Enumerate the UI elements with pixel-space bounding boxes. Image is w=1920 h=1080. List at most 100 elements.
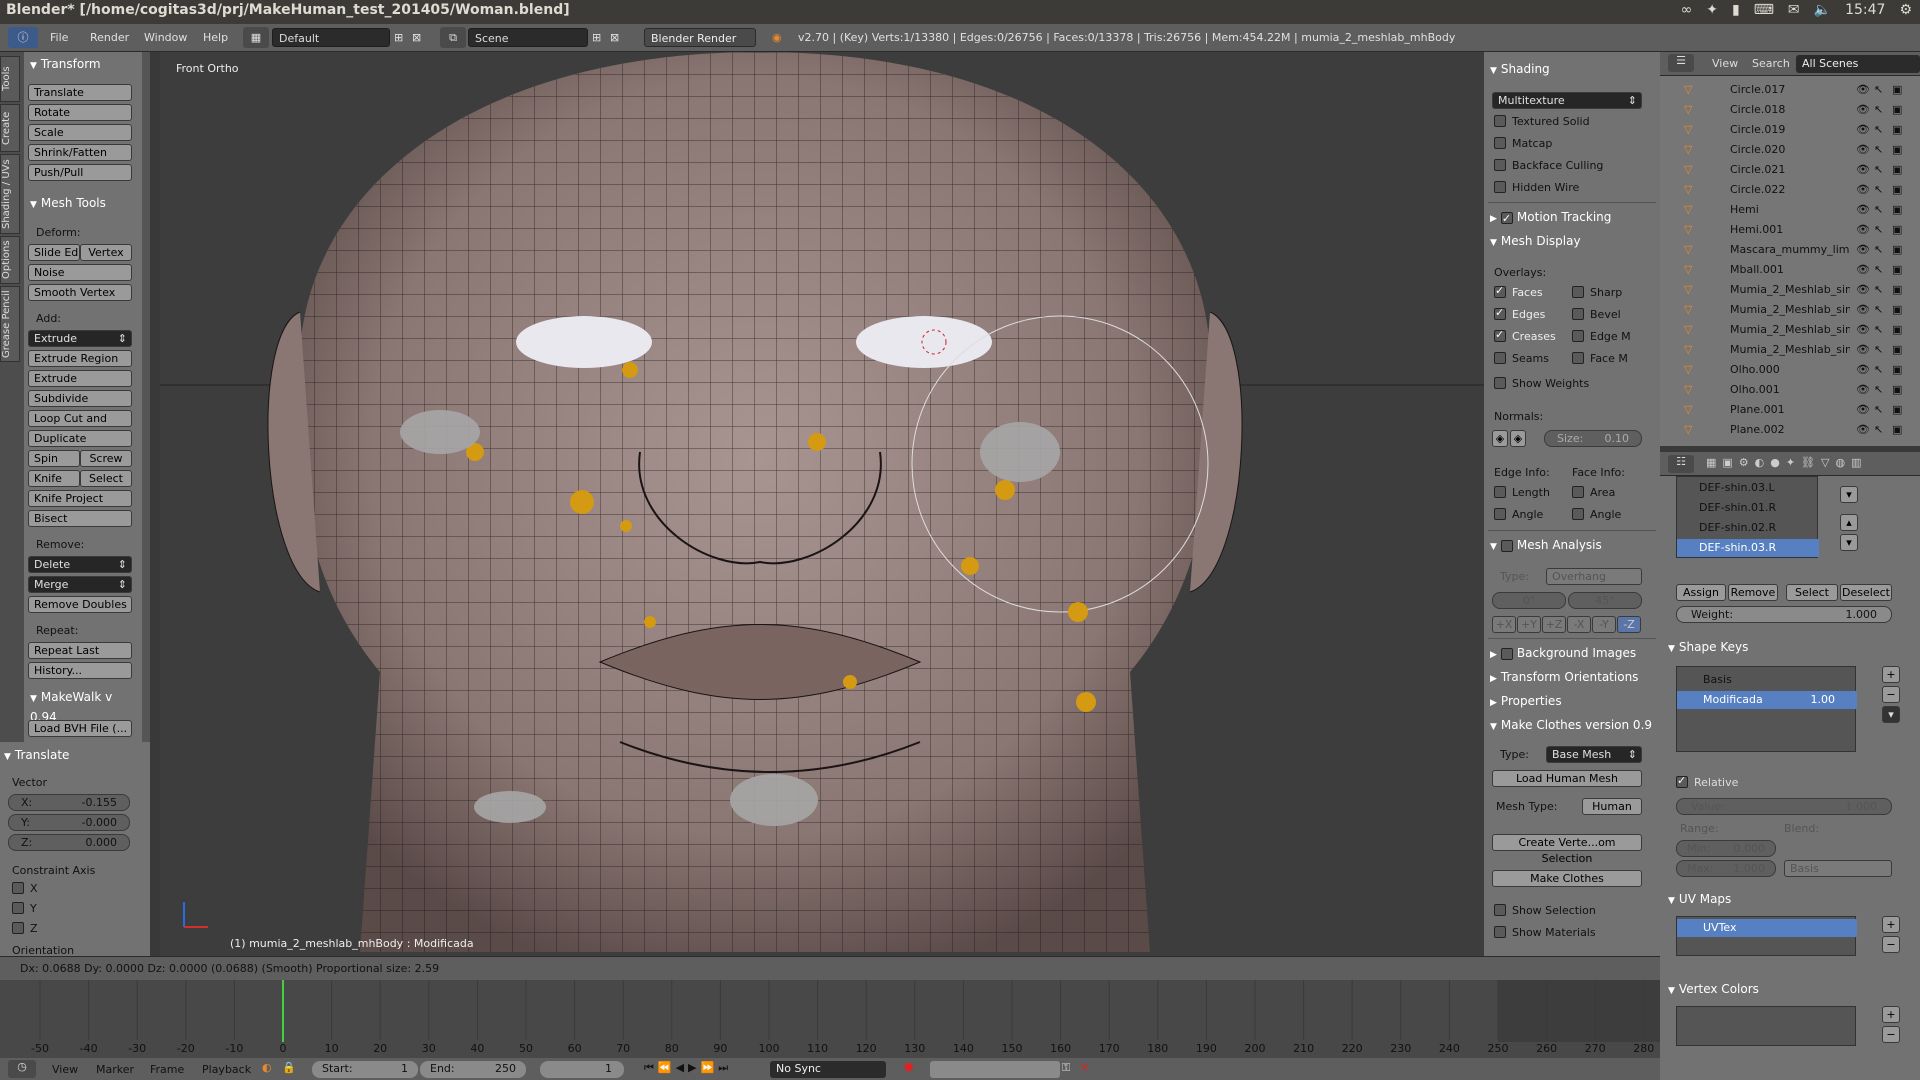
outliner-item[interactable]: ▽ Mball.001 👁 ↖ ▣	[1660, 260, 1920, 280]
assign-button[interactable]: Assign	[1676, 584, 1726, 601]
render-camera-icon[interactable]: ▣	[1892, 380, 1902, 400]
visibility-eye-icon[interactable]: 👁	[1856, 260, 1870, 280]
push-pull-button[interactable]: Push/Pull	[28, 164, 132, 181]
constraint-y-checkbox[interactable]	[12, 902, 24, 914]
constraint-z-checkbox[interactable]	[12, 922, 24, 934]
selectable-arrow-icon[interactable]: ↖	[1874, 80, 1883, 100]
render-camera-icon[interactable]: ▣	[1892, 420, 1902, 440]
lock-icon[interactable]: 🔒	[282, 1061, 296, 1074]
shape-key-modificada[interactable]: Modificada 1.00	[1677, 691, 1857, 709]
render-camera-icon[interactable]: ▣	[1892, 240, 1902, 260]
selectable-arrow-icon[interactable]: ↖	[1874, 260, 1883, 280]
textured-solid-checkbox[interactable]	[1494, 115, 1506, 127]
timeline-marker-menu[interactable]: Marker	[96, 1063, 134, 1076]
infinity-icon[interactable]: ∞	[1681, 2, 1693, 18]
load-human-mesh-button[interactable]: Load Human Mesh	[1492, 770, 1642, 787]
render-camera-icon[interactable]: ▣	[1892, 220, 1902, 240]
selectable-arrow-icon[interactable]: ↖	[1874, 320, 1883, 340]
creases-checkbox[interactable]	[1494, 328, 1506, 342]
selectable-arrow-icon[interactable]: ↖	[1874, 400, 1883, 420]
edge-angle-checkbox[interactable]	[1494, 508, 1506, 520]
shape-key-menu-icon[interactable]: ▾	[1882, 706, 1900, 723]
transform-panel-header[interactable]: ▼ Transform	[30, 55, 101, 73]
render-camera-icon[interactable]: ▣	[1892, 80, 1902, 100]
properties-header[interactable]: ▶ Properties	[1490, 692, 1562, 710]
visibility-eye-icon[interactable]: 👁	[1856, 80, 1870, 100]
constraint-x-checkbox[interactable]	[12, 882, 24, 894]
area-checkbox[interactable]	[1572, 486, 1584, 498]
sharp-checkbox[interactable]	[1572, 286, 1584, 298]
clothes-type-dropdown[interactable]: Base Mesh ⇕	[1546, 746, 1642, 763]
outliner-item[interactable]: ▽ Circle.019 👁 ↖ ▣	[1660, 120, 1920, 140]
selectable-arrow-icon[interactable]: ↖	[1874, 340, 1883, 360]
timeline-playback-menu[interactable]: Playback	[202, 1063, 251, 1076]
outliner-item[interactable]: ▽ Mumia_2_Meshlab_sim 👁 ↖ ▣	[1660, 300, 1920, 320]
vector-y-field[interactable]: Y: -0.000	[8, 814, 130, 831]
render-camera-icon[interactable]: ▣	[1892, 300, 1902, 320]
motion-tracking-header[interactable]: ▶Motion Tracking	[1490, 208, 1611, 228]
outliner-item[interactable]: ▽ Circle.022 👁 ↖ ▣	[1660, 180, 1920, 200]
menu-help[interactable]: Help	[203, 27, 228, 48]
keyboard-icon[interactable]: ⌨	[1754, 2, 1774, 18]
insert-keyframe-icon[interactable]: ⚿	[1062, 1061, 1070, 1075]
background-images-checkbox[interactable]	[1500, 647, 1513, 660]
loop-cut-button[interactable]: Loop Cut and Slide	[28, 410, 132, 441]
analysis-type-dropdown[interactable]: Overhang	[1546, 568, 1642, 585]
vertex-group-item[interactable]: DEF-shin.02.R	[1677, 519, 1819, 537]
visibility-eye-icon[interactable]: 👁	[1856, 400, 1870, 420]
mesh-type-button[interactable]: Human	[1582, 798, 1642, 815]
mesh-display-header[interactable]: ▼ Mesh Display	[1490, 232, 1581, 250]
shading-panel-header[interactable]: ▼ Shading	[1490, 60, 1550, 78]
screw-button[interactable]: Screw	[80, 450, 132, 467]
motion-tracking-checkbox[interactable]	[1500, 210, 1513, 228]
bisect-button[interactable]: Bisect	[28, 510, 132, 527]
end-frame-field[interactable]: End: 250	[420, 1061, 526, 1078]
render-camera-icon[interactable]: ▣	[1892, 100, 1902, 120]
deselect-button[interactable]: Deselect	[1840, 584, 1892, 601]
add-vertex-color-icon[interactable]: +	[1882, 1006, 1900, 1023]
visibility-eye-icon[interactable]: 👁	[1856, 360, 1870, 380]
timeline-frame-menu[interactable]: Frame	[150, 1063, 184, 1076]
tab-shading-uvs[interactable]: Shading / UVs	[0, 154, 20, 234]
axis-plus-z-button[interactable]: +Z	[1542, 616, 1566, 633]
mesh-tools-header[interactable]: ▼ Mesh Tools	[30, 194, 106, 212]
makewalk-header[interactable]: ▼ MakeWalk v 0.94	[30, 688, 142, 724]
axis-plus-y-button[interactable]: +Y	[1517, 616, 1541, 633]
extrude-dropdown[interactable]: Extrude ⇕	[28, 330, 132, 347]
normal-size-field[interactable]: Size: 0.10	[1544, 430, 1642, 447]
render-camera-icon[interactable]: ▣	[1892, 340, 1902, 360]
matcap-checkbox[interactable]	[1494, 137, 1506, 149]
toolshelf-scrollbar[interactable]	[142, 52, 150, 748]
outliner-display-mode[interactable]: All Scenes	[1796, 55, 1920, 73]
layout-grid-icon[interactable]: ▦	[243, 27, 269, 48]
dropbox-icon[interactable]: ✦	[1706, 2, 1718, 18]
menu-file[interactable]: File	[50, 27, 68, 48]
transform-orientations-header[interactable]: ▶ Transform Orientations	[1490, 668, 1638, 686]
timeline-editor-icon[interactable]: ◷	[8, 1060, 36, 1078]
render-camera-icon[interactable]: ▣	[1892, 400, 1902, 420]
uv-map-item[interactable]: UVTex	[1677, 919, 1857, 937]
face-marks-checkbox[interactable]	[1572, 352, 1584, 364]
edges-checkbox[interactable]	[1494, 306, 1506, 320]
weight-field[interactable]: Weight: 1.000	[1676, 606, 1892, 623]
tab-grease-pencil[interactable]: Grease Pencil	[0, 286, 20, 362]
add-uv-map-icon[interactable]: +	[1882, 916, 1900, 933]
outliner-item[interactable]: ▽ Mumia_2_Meshlab_sim 👁 ↖ ▣	[1660, 280, 1920, 300]
outliner-item[interactable]: ▽ Hemi.001 👁 ↖ ▣	[1660, 220, 1920, 240]
playback-controls[interactable]: ⏮⏪◀▶⏩⏭	[644, 1061, 732, 1075]
3d-viewport[interactable]: Front Ortho (1) mumia_2_meshlab_mhBody :…	[160, 52, 1484, 956]
vector-z-field[interactable]: Z: 0.000	[8, 834, 130, 851]
visibility-eye-icon[interactable]: 👁	[1856, 240, 1870, 260]
outliner-item[interactable]: ▽ Mumia_2_Meshlab_sim 👁 ↖ ▣	[1660, 340, 1920, 360]
gear-icon[interactable]: ⚙	[1899, 2, 1912, 18]
vertex-colors-header[interactable]: ▼ Vertex Colors	[1668, 980, 1759, 998]
visibility-eye-icon[interactable]: 👁	[1856, 180, 1870, 200]
outliner-item[interactable]: ▽ Olho.000 👁 ↖ ▣	[1660, 360, 1920, 380]
remove-doubles-button[interactable]: Remove Doubles	[28, 596, 132, 613]
selectable-arrow-icon[interactable]: ↖	[1874, 100, 1883, 120]
render-engine-selector[interactable]: Blender Render	[644, 28, 756, 47]
show-materials-checkbox[interactable]	[1494, 926, 1506, 938]
outliner-item[interactable]: ▽ Circle.018 👁 ↖ ▣	[1660, 100, 1920, 120]
duplicate-button[interactable]: Duplicate	[28, 430, 132, 447]
axis-minus-z-button[interactable]: -Z	[1617, 616, 1641, 633]
